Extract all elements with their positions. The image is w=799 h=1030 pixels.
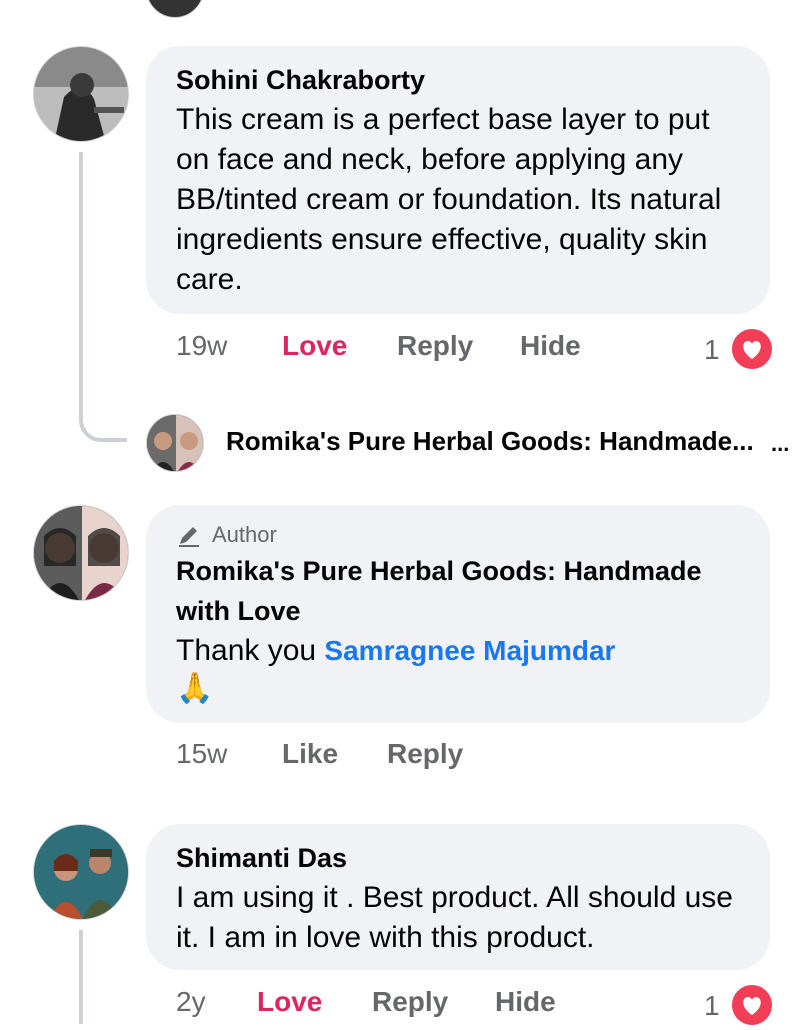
reply-button[interactable]: Reply: [372, 986, 448, 1018]
reply-button[interactable]: Reply: [387, 738, 463, 770]
love-button[interactable]: Love: [257, 986, 322, 1018]
comment-text: This cream is a perfect base layer to pu…: [176, 103, 722, 296]
comment-time[interactable]: 15w: [176, 738, 227, 770]
avatar-previous[interactable]: [146, 0, 204, 18]
comment-bubble: Shimanti Das I am using it . Best produc…: [146, 824, 770, 970]
like-button[interactable]: Like: [282, 738, 338, 770]
heart-icon[interactable]: [729, 326, 775, 372]
thread-connector: [79, 400, 127, 442]
comment-actions: 15w Like Reply: [176, 738, 576, 778]
comment-actions: 2y Love Reply Hide: [176, 986, 776, 1026]
commenter-name[interactable]: Sohini Chakraborty: [176, 60, 740, 100]
comment-text: I am using it . Best product. All should…: [176, 881, 733, 954]
author-badge: Author: [176, 519, 740, 551]
love-button[interactable]: Love: [282, 330, 347, 362]
reply-preview-name[interactable]: Romika's Pure Herbal Goods: Handmade...: [226, 426, 754, 457]
heart-icon[interactable]: [729, 982, 775, 1028]
avatar-photo: [34, 506, 128, 600]
comment-bubble: Author Romika's Pure Herbal Goods: Handm…: [146, 505, 770, 723]
hide-button[interactable]: Hide: [520, 330, 581, 362]
avatar-photo: [147, 415, 203, 471]
comment-text-prefix: Thank you: [176, 634, 325, 667]
avatar-romika-small[interactable]: [146, 414, 204, 472]
mention-link[interactable]: Samragnee Majumdar: [324, 635, 615, 666]
comment-text: Thank you Samragnee Majumdar: [176, 631, 740, 671]
comment-actions: 19w Love Reply Hide: [176, 330, 776, 370]
reaction-count[interactable]: 1: [704, 990, 720, 1022]
reaction-count[interactable]: 1: [704, 334, 720, 366]
comment-bubble: Sohini Chakraborty This cream is a perfe…: [146, 46, 770, 314]
avatar-photo: [34, 825, 128, 919]
pray-emoji: 🙏: [176, 672, 214, 705]
commenter-name[interactable]: Shimanti Das: [176, 838, 740, 878]
comment-time[interactable]: 2y: [176, 986, 206, 1018]
comment-time[interactable]: 19w: [176, 330, 227, 362]
author-label: Author: [212, 522, 277, 547]
avatar-photo: [34, 47, 128, 141]
avatar-shimanti[interactable]: [33, 824, 129, 920]
avatar-sohini[interactable]: [33, 46, 129, 142]
thread-line: [79, 152, 83, 422]
reply-button[interactable]: Reply: [397, 330, 473, 362]
pencil-icon: [179, 527, 199, 547]
hide-button[interactable]: Hide: [495, 986, 556, 1018]
thread-line: [79, 930, 83, 1024]
more-options-icon[interactable]: ...: [771, 431, 789, 457]
avatar-romika[interactable]: [33, 505, 129, 601]
commenter-name[interactable]: Romika's Pure Herbal Goods: Handmade wit…: [176, 551, 736, 631]
